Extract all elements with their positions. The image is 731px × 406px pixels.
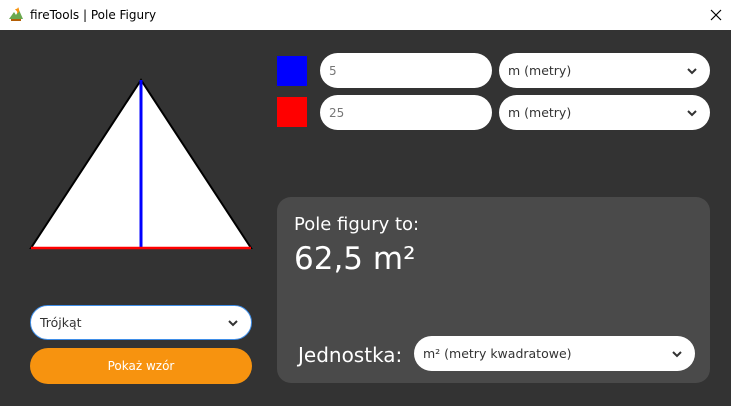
chevron-down-icon [686,65,698,77]
figure-type-select[interactable]: Trójkąt [30,305,252,340]
height-unit-value: m (metry) [508,105,572,120]
height-value: 25 [329,105,345,120]
firetools-logo-icon [8,6,24,22]
height-unit-select[interactable]: m (metry) [499,95,710,130]
height-value-input[interactable]: 25 [320,95,492,130]
base-value-input[interactable]: 5 [320,53,492,88]
result-panel: Pole figury to: 62,5 m² Jednostka: m² (m… [277,197,710,383]
base-value: 5 [329,63,337,78]
title-bar: fireTools | Pole Figury [0,0,731,30]
base-color-swatch [277,56,307,86]
base-unit-select[interactable]: m (metry) [499,53,710,88]
base-unit-value: m (metry) [508,63,572,78]
figure-type-value: Trójkąt [40,315,82,330]
result-unit-select[interactable]: m² (metry kwadratowe) [414,336,695,371]
show-formula-button[interactable]: Pokaż wzór [30,348,252,384]
unit-label: Jednostka: [298,343,403,367]
result-value: 62,5 m² [294,241,416,277]
close-icon[interactable] [701,0,731,30]
height-color-swatch [277,97,307,127]
window-title: fireTools | Pole Figury [30,8,157,22]
chevron-down-icon [671,348,683,360]
result-label: Pole figury to: [294,214,420,235]
chevron-down-icon [227,317,239,329]
result-unit-value: m² (metry kwadratowe) [423,346,572,361]
chevron-down-icon [686,107,698,119]
figure-preview [28,75,253,255]
